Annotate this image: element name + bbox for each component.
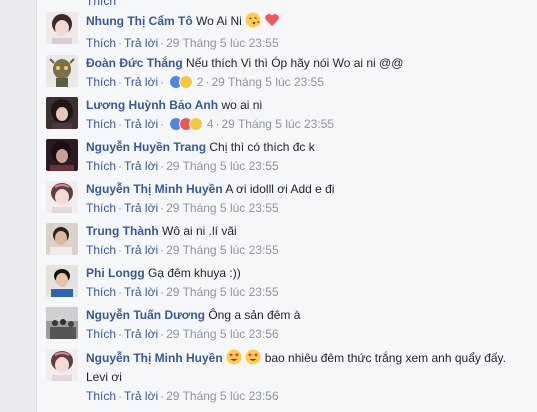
timestamp[interactable]: 29 Tháng 5 lúc 23:55: [166, 201, 279, 215]
like-link[interactable]: Thích: [86, 243, 116, 257]
avatar[interactable]: [46, 349, 78, 381]
like-link[interactable]: Thích: [86, 0, 116, 8]
like-link[interactable]: Thích: [86, 389, 116, 403]
like-link[interactable]: Thích: [86, 117, 116, 131]
reaction-count: 4: [206, 117, 214, 131]
haha-reaction-icon: [189, 117, 204, 131]
like-link[interactable]: Thích: [86, 327, 116, 341]
reply-link[interactable]: Trả lời: [124, 285, 158, 299]
comment-author[interactable]: Trung Thành: [86, 224, 159, 238]
comment-author[interactable]: Đoàn Đức Thắng: [86, 56, 183, 70]
reply-link[interactable]: Trả lời: [124, 36, 158, 50]
comment-author[interactable]: Lương Huỳnh Bảo Anh: [86, 98, 218, 112]
timestamp[interactable]: 29 Tháng 5 lúc 23:56: [166, 389, 279, 403]
comment-author[interactable]: Nhung Thị Cẩm Tô: [86, 14, 193, 28]
previous-comment-actions-stub: Thích: [86, 0, 116, 8]
avatar[interactable]: [46, 223, 78, 255]
reaction-summary[interactable]: [169, 117, 204, 131]
comment-text: wo ai ni: [221, 98, 263, 112]
comment-text: Ông a sản đêm à: [208, 308, 301, 322]
avatar[interactable]: [46, 12, 78, 44]
comment-author[interactable]: Phi Longg: [86, 266, 145, 280]
comment-text: Nếu thích Vi thì Óp hãy nói Wo ai ni @@: [186, 56, 404, 70]
like-link[interactable]: Thích: [86, 75, 116, 89]
comment-text: Chị thì có thích đc k: [209, 140, 315, 154]
timestamp[interactable]: 29 Tháng 5 lúc 23:55: [166, 159, 279, 173]
reply-link[interactable]: Trả lời: [124, 117, 158, 131]
comment-author[interactable]: Nguyễn Thị Minh Huyền: [86, 182, 223, 196]
reply-link[interactable]: Trả lời: [124, 243, 158, 257]
like-link[interactable]: Thích: [86, 159, 116, 173]
reaction-summary[interactable]: [169, 75, 194, 89]
avatar[interactable]: [46, 97, 78, 129]
reaction-count: 2: [196, 75, 204, 89]
comment-text: Wô ai ni .lí vãi: [162, 224, 237, 238]
avatar[interactable]: [46, 181, 78, 213]
avatar[interactable]: [46, 55, 78, 87]
like-link[interactable]: Thích: [86, 201, 116, 215]
comment-author[interactable]: Nguyễn Thị Minh Huyền: [86, 351, 223, 365]
heart-emoji: [264, 12, 280, 32]
like-link[interactable]: Thích: [86, 285, 116, 299]
comment-text: Gạ đêm khuya :)): [148, 266, 241, 280]
timestamp[interactable]: 29 Tháng 5 lúc 23:56: [166, 327, 279, 341]
timestamp[interactable]: 29 Tháng 5 lúc 23:55: [166, 285, 279, 299]
reply-link[interactable]: Trả lời: [124, 75, 158, 89]
reply-link[interactable]: Trả lời: [124, 159, 158, 173]
comment-text: Wo Ai Ni: [196, 14, 242, 28]
comment-author[interactable]: Nguyễn Huyền Trang: [86, 140, 206, 154]
comment-author[interactable]: Nguyễn Tuấn Dương: [86, 308, 205, 322]
like-link[interactable]: Thích: [86, 36, 116, 50]
avatar[interactable]: [46, 139, 78, 171]
timestamp[interactable]: 29 Tháng 5 lúc 23:55: [221, 117, 334, 131]
comment-text: A ơi idolll ơi Add e đi: [225, 182, 335, 196]
heart-eyes-emoji: [226, 349, 242, 369]
avatar[interactable]: [46, 307, 78, 339]
kiss-emoji: [245, 12, 261, 32]
timestamp[interactable]: 29 Tháng 5 lúc 23:55: [211, 75, 324, 89]
haha-reaction-icon: [179, 75, 194, 89]
reply-link[interactable]: Trả lời: [124, 201, 158, 215]
timestamp[interactable]: 29 Tháng 5 lúc 23:55: [166, 243, 279, 257]
reply-link[interactable]: Trả lời: [124, 389, 158, 403]
avatar[interactable]: [46, 265, 78, 297]
timestamp[interactable]: 29 Tháng 5 lúc 23:55: [166, 36, 279, 50]
reply-link[interactable]: Trả lời: [124, 327, 158, 341]
heart-eyes-emoji: [245, 349, 261, 369]
